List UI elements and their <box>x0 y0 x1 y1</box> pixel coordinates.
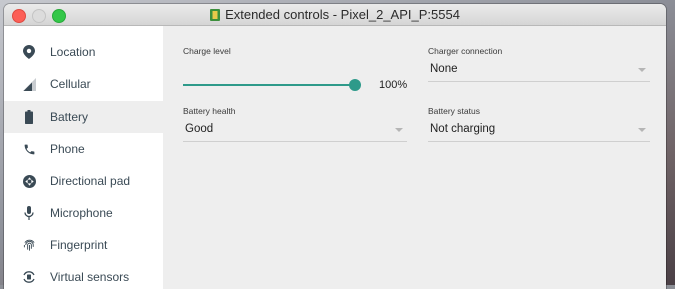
extended-controls-window: Extended controls - Pixel_2_API_P:5554 L… <box>4 4 666 289</box>
fingerprint-icon <box>22 238 36 252</box>
sidebar-item-microphone[interactable]: Microphone <box>4 197 163 229</box>
window-title-area: Extended controls - Pixel_2_API_P:5554 <box>4 7 666 23</box>
battery-icon <box>22 110 36 124</box>
sidebar-item-fingerprint[interactable]: Fingerprint <box>4 229 163 261</box>
chevron-down-icon <box>638 128 646 132</box>
sidebar-item-label: Cellular <box>50 77 91 91</box>
sidebar-item-directional-pad[interactable]: Directional pad <box>4 165 163 197</box>
sidebar-item-label: Microphone <box>50 206 113 220</box>
location-pin-icon <box>22 45 36 59</box>
rotate-sensor-icon <box>22 270 36 284</box>
battery-health-dropdown[interactable]: Good <box>183 119 407 142</box>
charge-level-label: Charge level <box>183 46 231 56</box>
battery-status-label: Battery status <box>428 106 480 116</box>
sidebar-item-cellular[interactable]: Cellular <box>4 68 163 100</box>
sidebar-item-label: Virtual sensors <box>50 270 130 284</box>
sidebar-item-label: Fingerprint <box>50 238 108 252</box>
chevron-down-icon <box>395 128 403 132</box>
microphone-icon <box>22 206 36 220</box>
title-bar[interactable]: Extended controls - Pixel_2_API_P:5554 <box>4 4 666 26</box>
sidebar-item-label: Directional pad <box>50 174 131 188</box>
dpad-icon <box>22 174 36 188</box>
sidebar: Location Cellular Battery Phone Directio… <box>4 26 163 289</box>
signal-icon <box>22 77 36 91</box>
charger-connection-label: Charger connection <box>428 46 503 56</box>
battery-health-value: Good <box>185 123 214 135</box>
emulator-app-icon <box>210 9 221 21</box>
sidebar-item-label: Phone <box>50 142 85 156</box>
chevron-down-icon <box>638 68 646 72</box>
phone-icon <box>22 142 36 156</box>
charge-level-value: 100% <box>379 79 408 91</box>
battery-status-value: Not charging <box>430 123 496 135</box>
charger-connection-dropdown[interactable]: None <box>428 59 650 82</box>
battery-status-dropdown[interactable]: Not charging <box>428 119 650 142</box>
sidebar-item-location[interactable]: Location <box>4 36 163 68</box>
battery-settings-panel: Charge level 100% Charger connection Non… <box>163 26 666 289</box>
charge-level-slider-thumb[interactable] <box>349 79 361 91</box>
sidebar-item-label: Battery <box>50 110 89 124</box>
sidebar-item-label: Location <box>50 45 96 59</box>
window-title: Extended controls - Pixel_2_API_P:5554 <box>225 7 460 22</box>
charge-level-slider-track[interactable] <box>183 84 355 86</box>
battery-health-label: Battery health <box>183 106 236 116</box>
charger-connection-value: None <box>430 63 458 75</box>
sidebar-item-phone[interactable]: Phone <box>4 133 163 165</box>
sidebar-item-battery[interactable]: Battery <box>4 101 163 133</box>
